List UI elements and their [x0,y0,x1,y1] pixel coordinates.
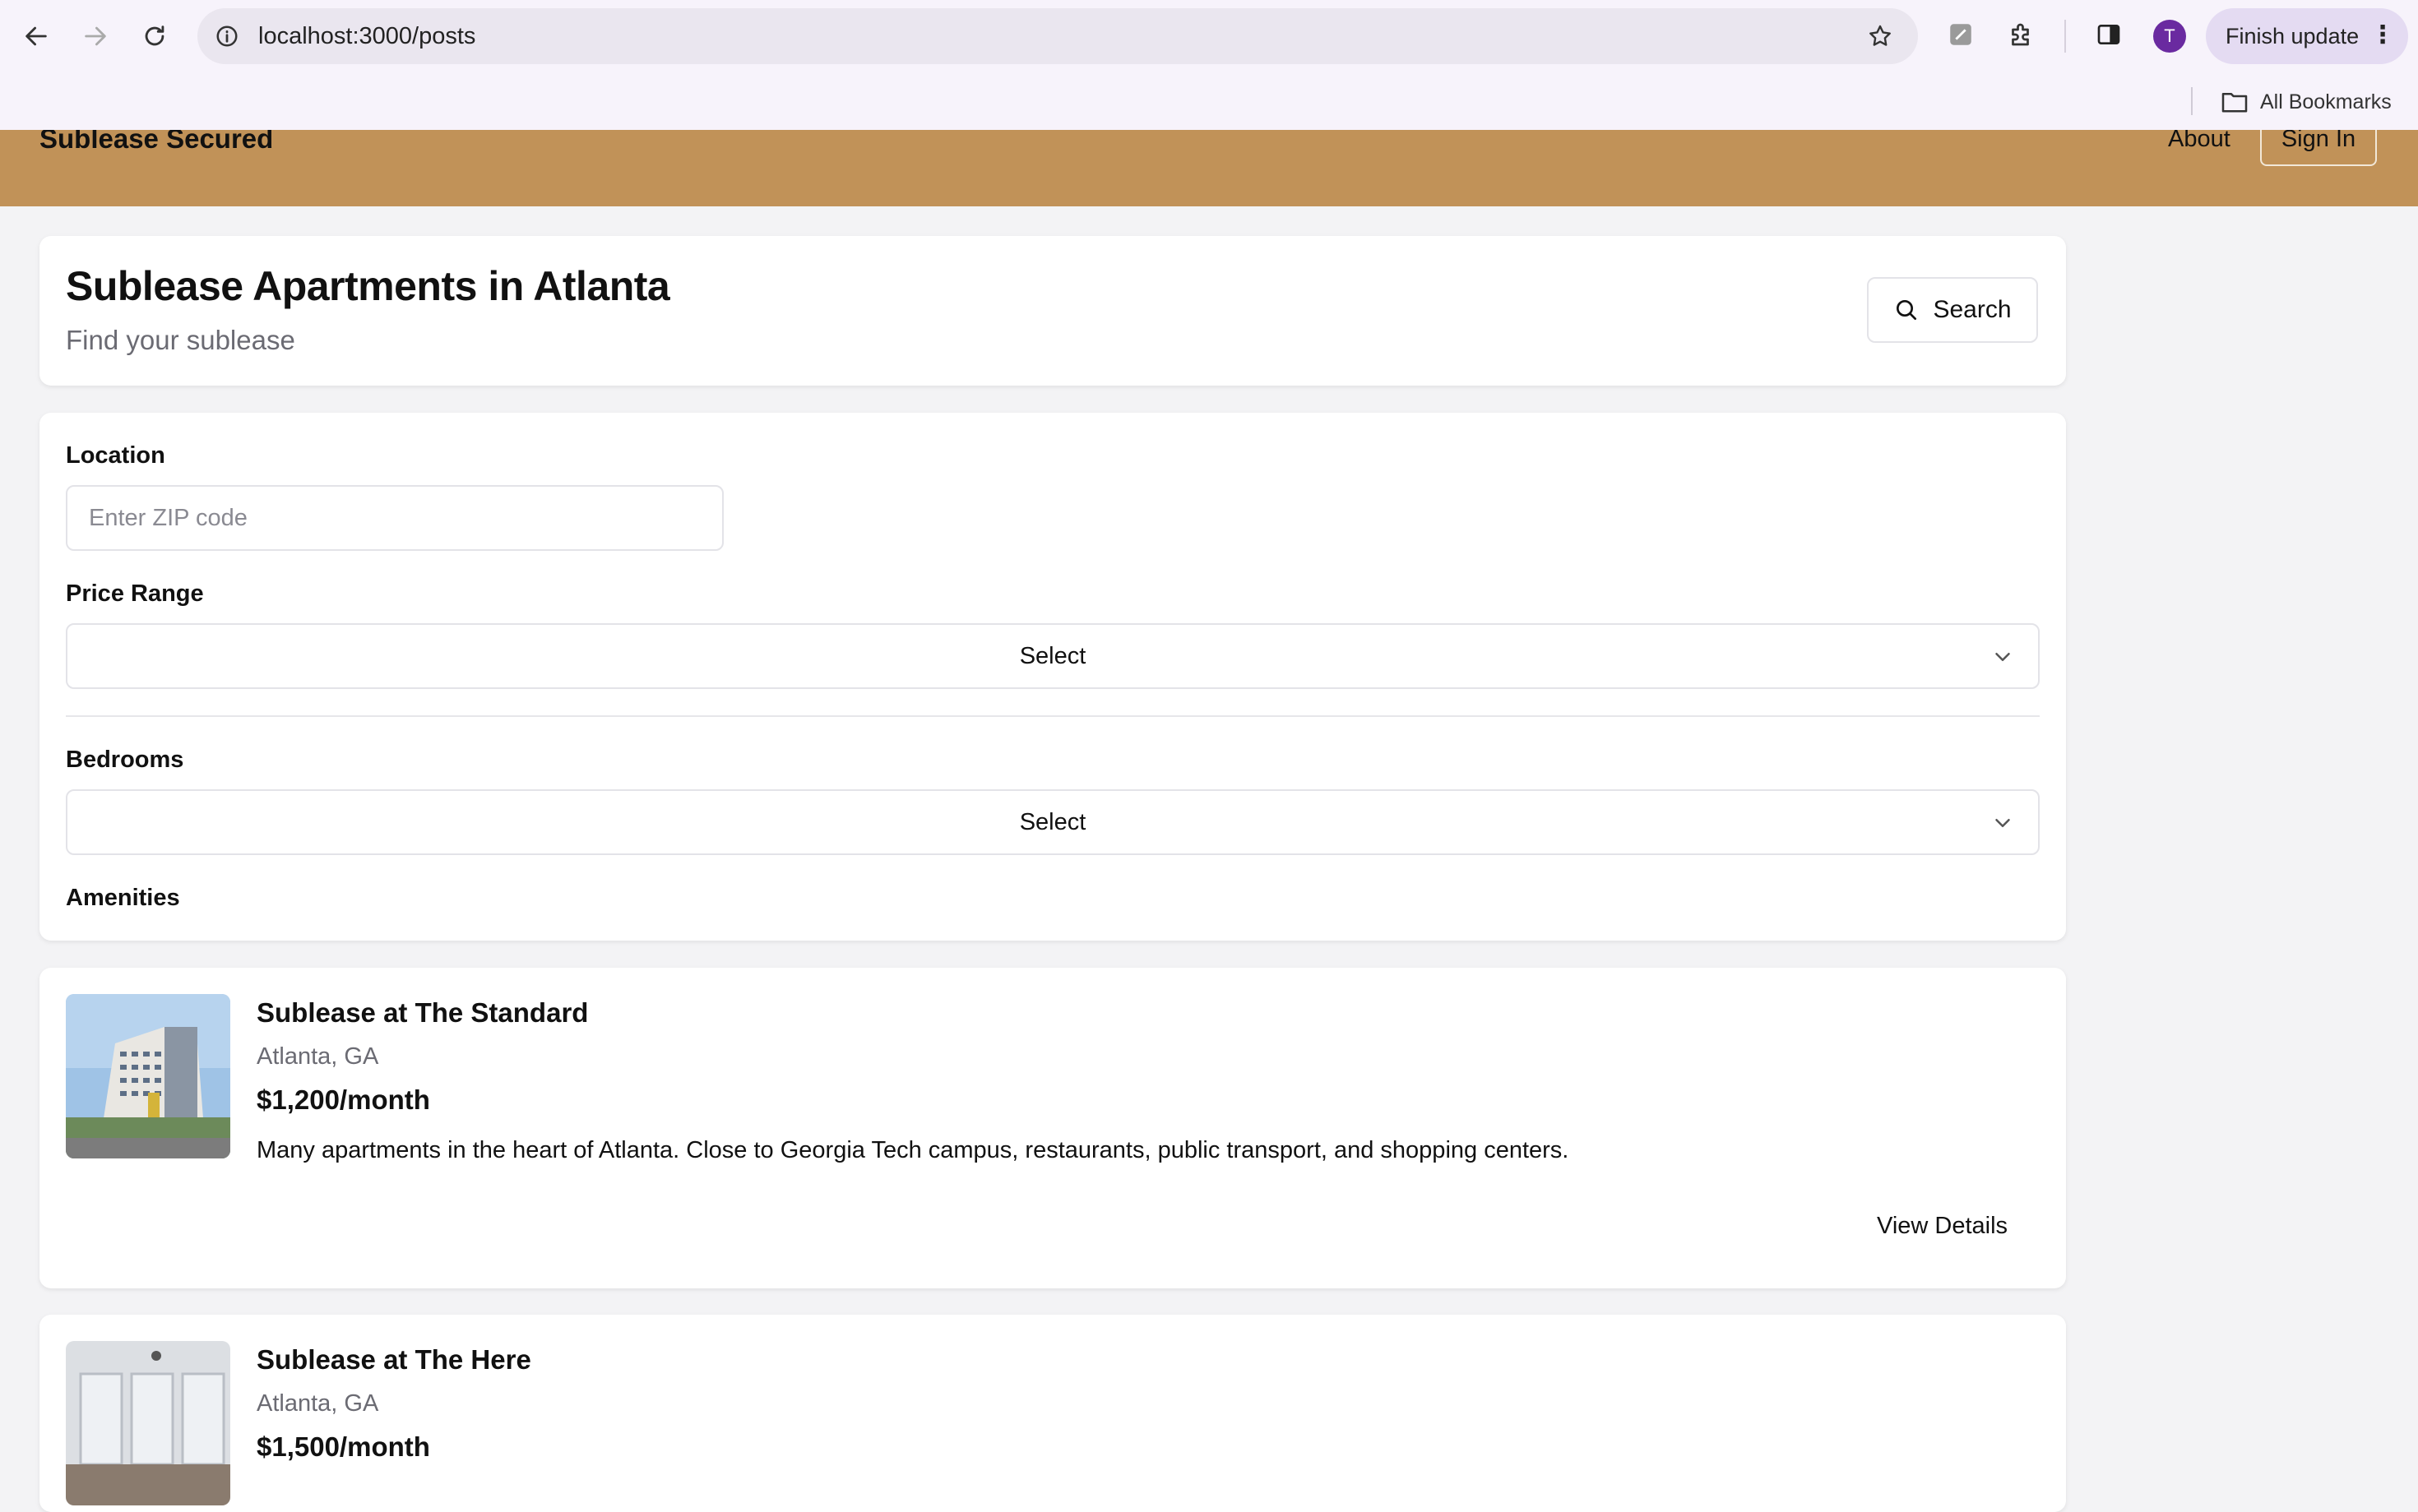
all-bookmarks-label: All Bookmarks [2260,90,2392,113]
page-title: Sublease Apartments in Atlanta [66,263,670,309]
forward-button[interactable] [72,13,118,59]
site-header: Sublease Secured About Sign In [0,130,2418,206]
reload-icon [145,25,164,46]
listing-price: $1,500/month [257,1431,430,1462]
url-text: localhost:3000/posts [258,23,476,49]
address-bar[interactable]: localhost:3000/posts [197,8,1918,64]
reload-button[interactable] [132,13,178,59]
filters-card: Location Price Range Select Bedrooms Sel… [39,413,2066,941]
price-range-select[interactable]: Select [66,623,2040,689]
price-range-value: Select [1019,642,1086,669]
back-button[interactable] [13,13,59,59]
listing-image[interactable] [66,1341,230,1505]
view-details-button[interactable]: View Details [1877,1213,2008,1240]
zip-code-input[interactable] [66,485,724,551]
arrow-left-icon [25,26,47,46]
chevron-down-icon [1995,653,2010,661]
arrow-right-icon [85,26,106,46]
listing-title[interactable]: Sublease at The Here [257,1344,531,1376]
filter-divider [66,715,2040,717]
bedrooms-label: Bedrooms [66,747,184,773]
finish-update-button[interactable]: Finish update ⋮ [2206,8,2408,64]
bedrooms-select[interactable]: Select [66,789,2040,855]
bookmarks-bar: All Bookmarks [0,72,2418,131]
listing-price: $1,200/month [257,1084,430,1115]
page-subtitle: Find your sublease [66,325,295,355]
listing-image[interactable] [66,994,230,1158]
browser-toolbar: localhost:3000/posts T Finish update ⋮ [0,0,2418,72]
extension-icon[interactable] [1943,16,1979,53]
side-panel-icon[interactable] [2091,16,2127,53]
listing-description: Many apartments in the heart of Atlanta.… [257,1137,1569,1163]
amenities-label: Amenities [66,885,180,911]
bedrooms-value: Select [1019,808,1086,835]
price-range-label: Price Range [66,580,204,607]
location-label: Location [66,442,165,469]
listing-card[interactable]: Sublease at The Here Atlanta, GA $1,500/… [39,1315,2066,1512]
site-info-icon[interactable] [211,20,243,53]
bookmarks-divider [2191,87,2193,115]
folder-icon [2221,92,2248,113]
toolbar-divider [2064,20,2066,53]
nav-about-link[interactable]: About [2168,130,2230,151]
listing-location: Atlanta, GA [257,1043,379,1070]
listing-title[interactable]: Sublease at The Standard [257,997,588,1029]
search-button-label: Search [1933,296,2012,323]
page-header-card: Sublease Apartments in Atlanta Find your… [39,236,2066,386]
sign-in-button[interactable]: Sign In [2260,130,2377,166]
listing-location: Atlanta, GA [257,1390,379,1417]
avatar[interactable]: T [2153,20,2186,53]
bookmark-star-icon[interactable] [1864,20,1897,53]
listing-card[interactable]: Sublease at The Standard Atlanta, GA $1,… [39,968,2066,1288]
brand-logo[interactable]: Sublease Secured [39,130,273,152]
search-button[interactable]: Search [1867,277,2038,343]
more-vert-icon[interactable]: ⋮ [2370,23,2395,48]
all-bookmarks-button[interactable]: All Bookmarks [2221,87,2392,117]
puzzle-icon[interactable] [2003,16,2040,53]
finish-update-label: Finish update [2226,23,2360,49]
search-icon [1897,300,1917,320]
chevron-down-icon [1995,819,2010,827]
